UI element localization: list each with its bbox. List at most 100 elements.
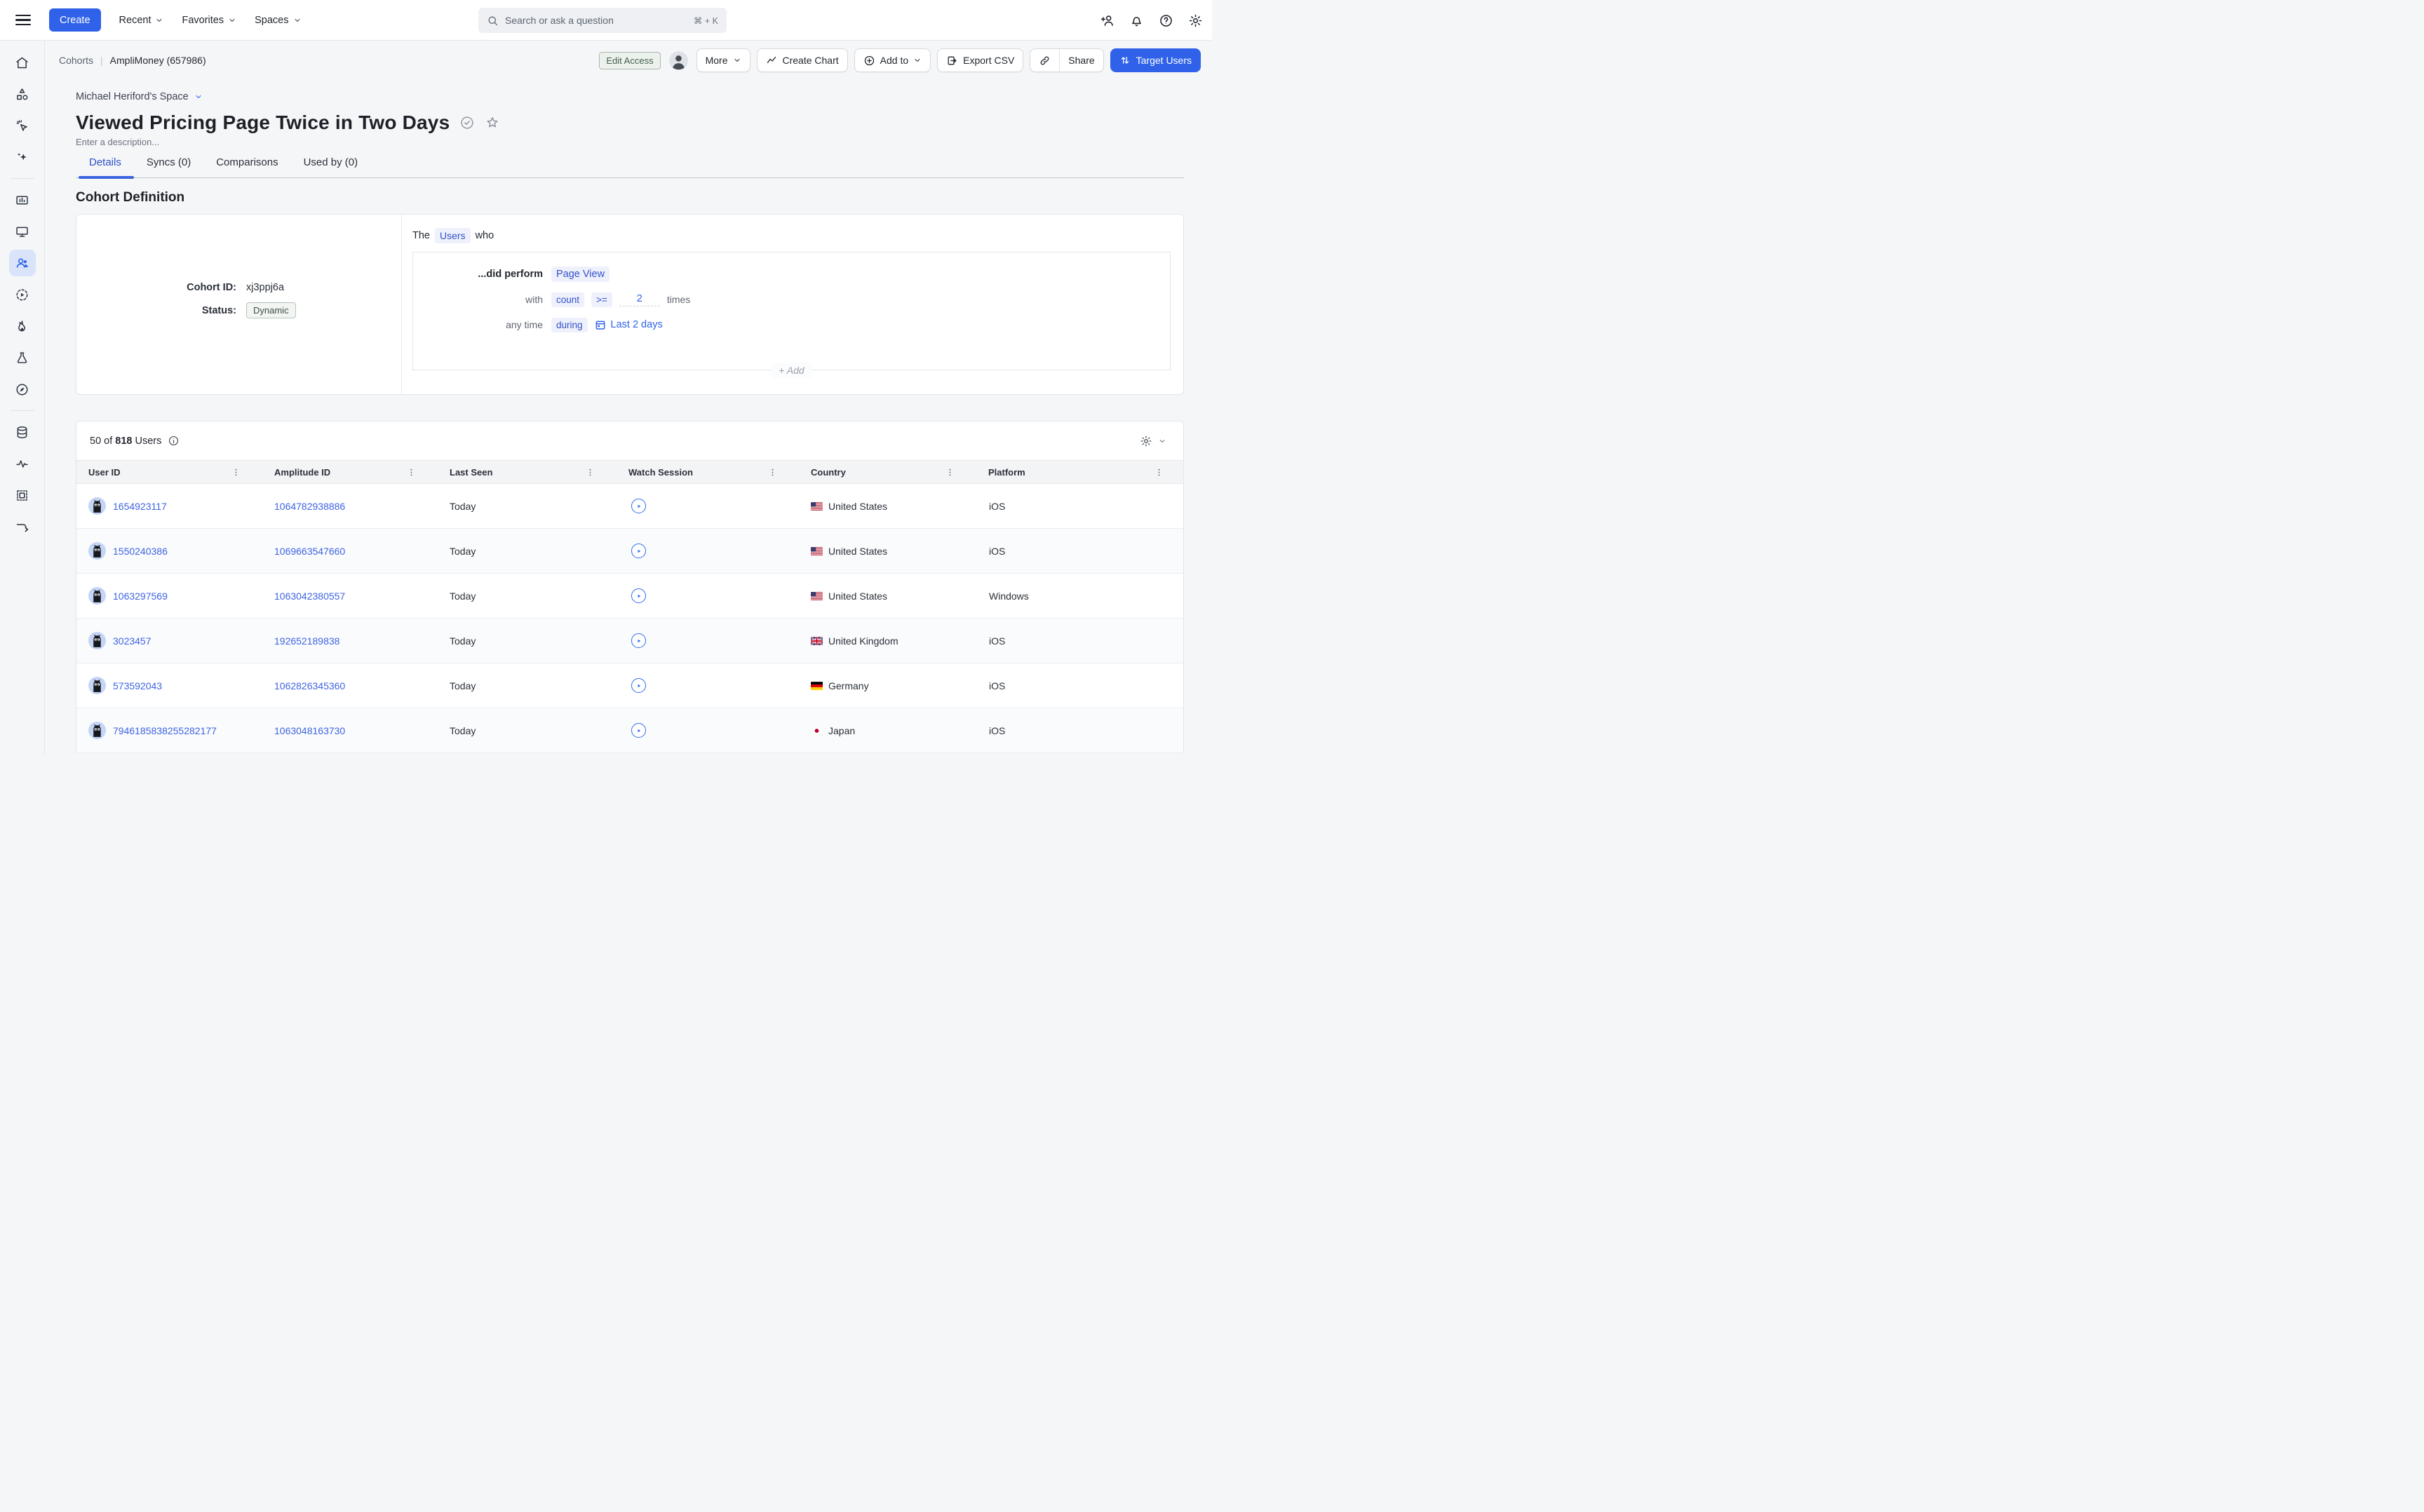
table-settings-button[interactable] bbox=[1140, 435, 1166, 447]
star-favorite-icon[interactable] bbox=[485, 115, 500, 130]
page-title[interactable]: Viewed Pricing Page Twice in Two Days bbox=[76, 112, 450, 134]
owner-avatar[interactable] bbox=[669, 51, 688, 70]
operator-selector[interactable]: >= bbox=[591, 292, 612, 307]
menu-spaces[interactable]: Spaces bbox=[255, 15, 301, 26]
user-id-link[interactable]: 1550240386 bbox=[113, 546, 168, 557]
sidebar-item-sandbox[interactable] bbox=[9, 482, 36, 508]
export-csv-button[interactable]: Export CSV bbox=[937, 48, 1023, 72]
country-value: United Kingdom bbox=[828, 635, 898, 647]
watch-session-play-button[interactable] bbox=[631, 588, 646, 603]
sidebar-item-experiments[interactable] bbox=[9, 344, 36, 371]
sidebar-item-events[interactable] bbox=[9, 112, 36, 139]
sidebar-item-heatmap[interactable] bbox=[9, 313, 36, 339]
country-value: United States bbox=[828, 546, 887, 557]
subject-selector[interactable]: Users bbox=[435, 228, 471, 243]
tab-comparisons[interactable]: Comparisons bbox=[215, 156, 279, 177]
sidebar-item-cohorts[interactable] bbox=[9, 250, 36, 276]
sidebar-item-monitoring[interactable] bbox=[9, 450, 36, 477]
hamburger-menu-icon[interactable] bbox=[15, 13, 31, 28]
create-button[interactable]: Create bbox=[49, 8, 101, 32]
tab-details[interactable]: Details bbox=[88, 156, 123, 177]
menu-spaces-label: Spaces bbox=[255, 15, 288, 26]
user-id-link[interactable]: 3023457 bbox=[113, 635, 152, 647]
user-avatar bbox=[88, 587, 106, 605]
last-seen-value: Today bbox=[436, 680, 614, 691]
column-menu-icon[interactable] bbox=[230, 466, 242, 478]
breadcrumb-cohorts-link[interactable]: Cohorts bbox=[59, 55, 93, 66]
menu-favorites[interactable]: Favorites bbox=[182, 15, 236, 26]
user-id-link[interactable]: 573592043 bbox=[113, 680, 162, 691]
sidebar-item-objects[interactable] bbox=[9, 81, 36, 107]
space-selector[interactable]: Michael Heriford's Space bbox=[76, 91, 1184, 102]
tab-used-by[interactable]: Used by (0) bbox=[302, 156, 360, 177]
count-value-input[interactable]: 2 bbox=[619, 293, 660, 306]
share-button[interactable]: Share bbox=[1059, 49, 1103, 72]
cohort-id-value: xj3ppj6a bbox=[246, 282, 284, 293]
breadcrumb-project[interactable]: AmpliMoney (657986) bbox=[110, 55, 206, 66]
search-input[interactable]: Search or ask a question ⌘ + K bbox=[478, 8, 727, 33]
copy-link-icon-button[interactable] bbox=[1030, 49, 1059, 72]
column-menu-icon[interactable] bbox=[767, 466, 779, 478]
sidebar-item-dashboards[interactable] bbox=[9, 218, 36, 245]
sidebar-item-pathways[interactable] bbox=[9, 513, 36, 540]
user-id-link[interactable]: 7946185838255282177 bbox=[113, 725, 217, 736]
watch-session-play-button[interactable] bbox=[631, 544, 646, 558]
sparkles-icon bbox=[15, 150, 29, 165]
watch-session-play-button[interactable] bbox=[631, 723, 646, 738]
condition-box: ...did perform Page View with count >= 2… bbox=[412, 252, 1171, 370]
flame-icon bbox=[15, 319, 29, 334]
user-id-link[interactable]: 1063297569 bbox=[113, 590, 168, 602]
menu-recent[interactable]: Recent bbox=[119, 15, 164, 26]
amplitude-id-link[interactable]: 192652189838 bbox=[274, 635, 339, 647]
target-users-button[interactable]: Target Users bbox=[1110, 48, 1201, 72]
amplitude-id-link[interactable]: 1063048163730 bbox=[274, 725, 345, 736]
date-range-selector[interactable]: Last 2 days bbox=[595, 319, 663, 330]
watch-session-play-button[interactable] bbox=[631, 499, 646, 513]
help-icon[interactable] bbox=[1159, 13, 1173, 28]
watch-session-play-button[interactable] bbox=[631, 678, 646, 693]
edit-access-badge[interactable]: Edit Access bbox=[599, 52, 660, 69]
info-icon[interactable] bbox=[168, 435, 180, 447]
cohort-definition-heading: Cohort Definition bbox=[76, 190, 1184, 205]
amplitude-id-link[interactable]: 1069663547660 bbox=[274, 546, 345, 557]
last-seen-value: Today bbox=[436, 546, 614, 557]
notifications-bell-icon[interactable] bbox=[1129, 13, 1144, 28]
sidebar-item-data[interactable] bbox=[9, 419, 36, 445]
create-chart-button[interactable]: Create Chart bbox=[757, 48, 848, 72]
settings-gear-icon[interactable] bbox=[1188, 13, 1203, 28]
watch-session-play-button[interactable] bbox=[631, 633, 646, 648]
chevron-down-icon bbox=[194, 93, 203, 101]
description-placeholder[interactable]: Enter a description... bbox=[76, 137, 1184, 147]
sidebar-item-ai[interactable] bbox=[9, 144, 36, 170]
sidebar-item-charts[interactable] bbox=[9, 187, 36, 213]
chevron-down-icon bbox=[1158, 437, 1166, 445]
sidebar-item-session-replay[interactable] bbox=[9, 281, 36, 308]
event-selector[interactable]: Page View bbox=[551, 266, 610, 282]
aggregation-selector[interactable]: count bbox=[551, 292, 584, 307]
add-to-button[interactable]: Add to bbox=[854, 48, 931, 72]
tab-syncs[interactable]: Syncs (0) bbox=[145, 156, 192, 177]
play-icon bbox=[635, 637, 642, 644]
user-id-link[interactable]: 1654923117 bbox=[113, 501, 167, 512]
sidebar-item-home[interactable] bbox=[9, 49, 36, 76]
table-row: 3023457 192652189838 Today United Kingdo… bbox=[76, 619, 1183, 663]
column-menu-icon[interactable] bbox=[584, 466, 596, 478]
amplitude-id-link[interactable]: 1063042380557 bbox=[274, 590, 345, 602]
column-menu-icon[interactable] bbox=[944, 466, 956, 478]
column-menu-icon[interactable] bbox=[1153, 466, 1165, 478]
cohort-id-label: Cohort ID: bbox=[76, 282, 236, 293]
verified-badge-icon[interactable] bbox=[459, 115, 475, 130]
country-value: United States bbox=[828, 590, 887, 602]
column-menu-icon[interactable] bbox=[405, 466, 417, 478]
amplitude-id-link[interactable]: 1064782938886 bbox=[274, 501, 345, 512]
more-button[interactable]: More bbox=[696, 48, 750, 72]
add-condition-button[interactable]: + Add bbox=[771, 363, 812, 378]
amplitude-id-link[interactable]: 1062826345360 bbox=[274, 680, 345, 691]
line-chart-icon bbox=[766, 55, 778, 67]
menu-recent-label: Recent bbox=[119, 15, 152, 26]
table-row: 1654923117 1064782938886 Today United St… bbox=[76, 484, 1183, 529]
during-selector[interactable]: during bbox=[551, 318, 588, 332]
invite-user-icon[interactable] bbox=[1100, 13, 1115, 28]
users-count-summary: 50 of 818 Users bbox=[90, 435, 180, 447]
sidebar-item-discover[interactable] bbox=[9, 376, 36, 403]
